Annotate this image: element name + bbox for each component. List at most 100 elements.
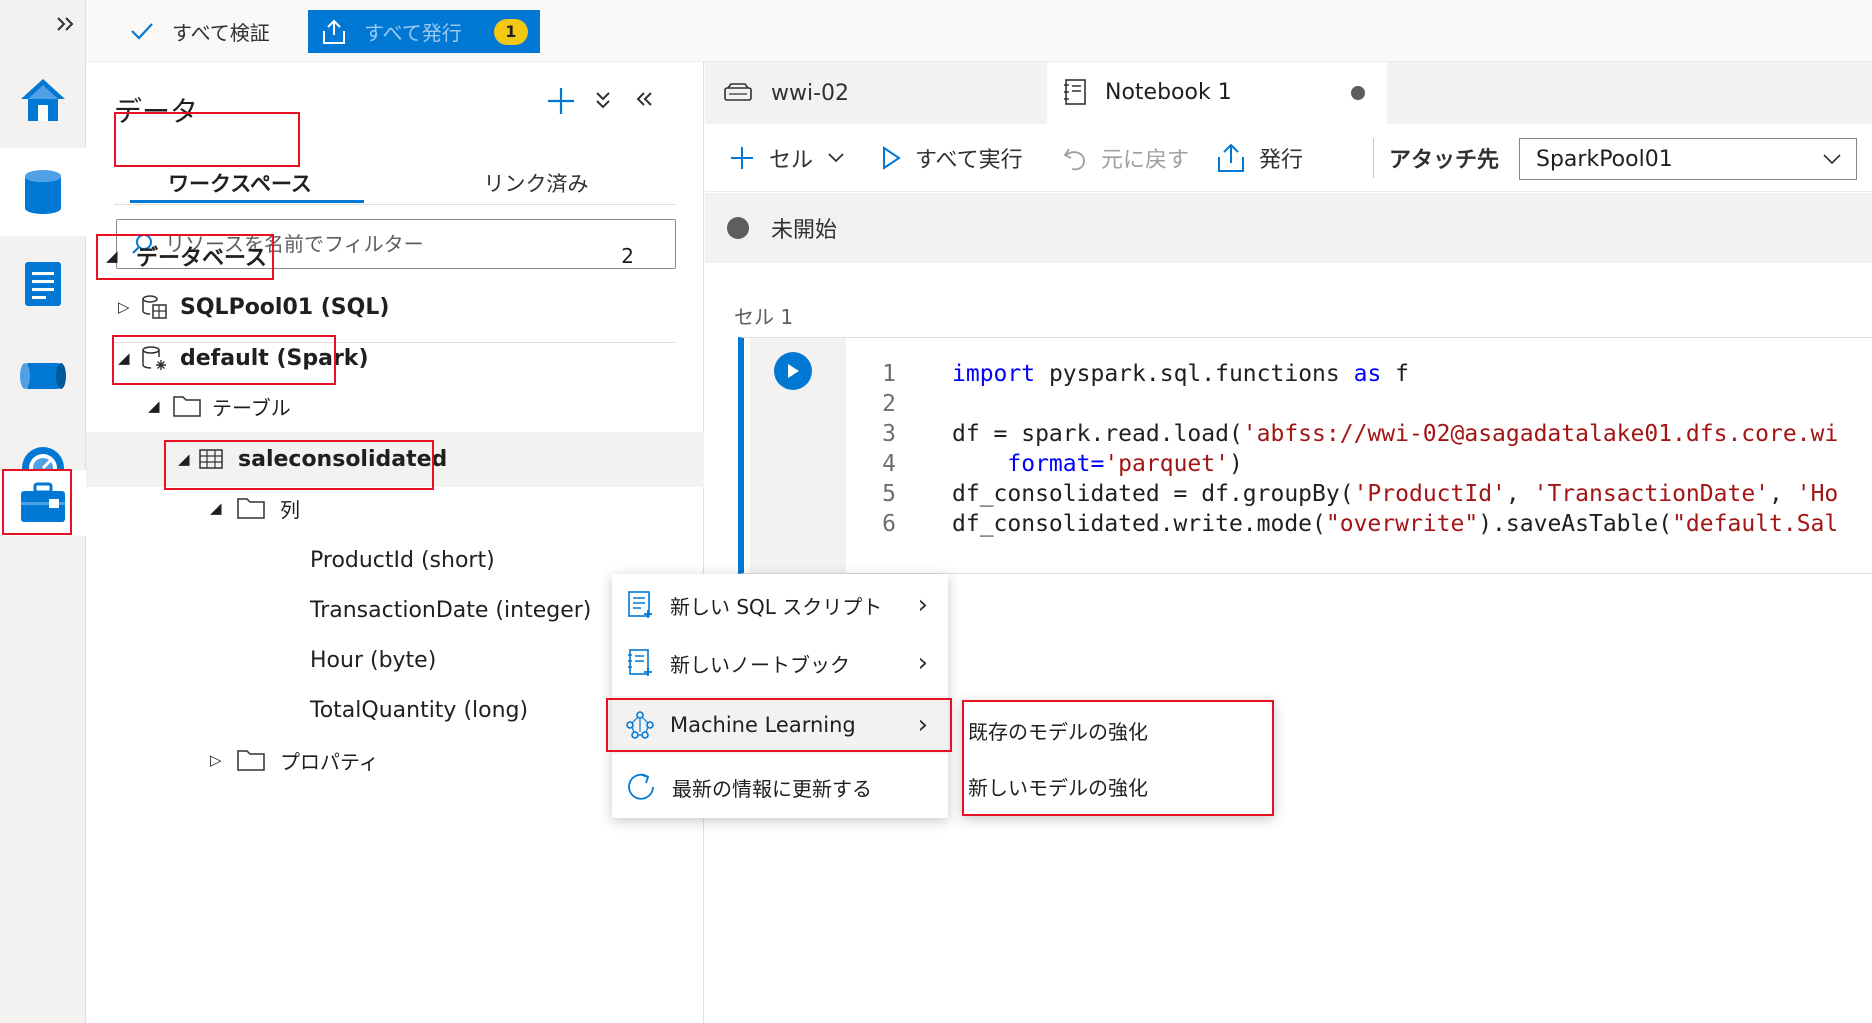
databases-count: 2 [621, 244, 634, 268]
undo-button[interactable]: 元に戻す [1063, 124, 1189, 192]
collapse-all-button[interactable] [594, 90, 612, 114]
publish-icon [1218, 143, 1244, 172]
activity-rail [0, 0, 86, 1023]
session-status-text: 未開始 [771, 218, 838, 243]
publish-button[interactable]: 発行 [1217, 124, 1303, 192]
line-number: 5 [882, 481, 896, 507]
sqlpool-label: SQLPool01 (SQL) [180, 294, 390, 320]
chevron-down-icon [828, 153, 844, 163]
publish-all-label: すべて発行 [364, 21, 462, 45]
active-tab-indicator [130, 200, 364, 203]
tables-folder-label: テーブル [212, 395, 291, 420]
rail-data-button[interactable] [0, 148, 86, 236]
code-text: import pyspark.sql.functions as f [910, 361, 1409, 387]
column-label: TransactionDate (integer) [310, 597, 592, 623]
publish-label: 発行 [1259, 148, 1304, 173]
add-cell-button[interactable]: セル [729, 124, 845, 192]
tab-wwi-02[interactable]: wwi-02 [705, 62, 1045, 124]
column-item[interactable]: TotalQuantity (long) [310, 688, 528, 732]
notebook-icon [628, 649, 652, 676]
add-resource-button[interactable] [546, 86, 576, 120]
tree-item-tables-folder[interactable]: ◢ テーブル [148, 384, 291, 428]
document-icon [25, 262, 61, 306]
menu-item-new-sql-script[interactable]: 新しい SQL スクリプト › [612, 576, 948, 634]
publish-all-button[interactable]: すべて発行 1 [308, 10, 540, 53]
undo-icon [1063, 148, 1085, 171]
attach-to-label: アタッチ先 [1389, 148, 1500, 173]
sql-script-icon [628, 591, 652, 618]
collapse-pane-button[interactable] [634, 90, 654, 112]
column-item[interactable]: ProductId (short) [310, 538, 495, 582]
menu-item-label: 最新の情報に更新する [672, 776, 872, 801]
code-cell[interactable]: 1 import pyspark.sql.functions as f 2 3 … [738, 337, 1872, 574]
rail-develop-button[interactable] [0, 240, 86, 328]
pending-count-badge: 1 [493, 18, 528, 45]
notebook-toolbar: セル すべて実行 元に戻す 発行 アタッチ先 SparkPool01 [705, 124, 1872, 192]
code-token: ).saveAsTable( [1478, 511, 1673, 537]
tab-label: wwi-02 [771, 80, 850, 106]
tree-item-sqlpool[interactable]: ▷ SQLPool01 (SQL) [118, 285, 389, 329]
plus-icon [731, 147, 753, 169]
column-item[interactable]: TransactionDate (integer) [310, 588, 591, 632]
spark-pool-select[interactable]: SparkPool01 [1519, 138, 1857, 180]
tree-item-columns-folder[interactable]: ◢ 列 [210, 486, 300, 530]
status-indicator-icon [727, 217, 749, 239]
databases-highlight-box [96, 234, 274, 280]
table-context-menu: 新しい SQL スクリプト › 新しいノートブック › Machine Lear… [606, 574, 952, 818]
toolbar-separator [1373, 138, 1374, 178]
checkmark-icon [131, 23, 153, 40]
columns-folder-label: 列 [280, 497, 300, 522]
cell-label: セル 1 [734, 305, 794, 329]
code-string: 'Ho [1796, 481, 1839, 507]
chevron-right-icon: › [917, 648, 928, 678]
refresh-icon [628, 773, 654, 800]
database-icon [25, 170, 61, 214]
data-explorer-pane: データ ワークスペース リンク済み ◢ データベース 2 ▷ SQLPool01… [86, 62, 704, 1023]
top-command-bar: すべて検証 すべて発行 1 [86, 0, 1872, 62]
tree-item-properties-folder[interactable]: ▷ プロパティ [210, 738, 379, 782]
expand-triangle-icon: ▷ [118, 298, 130, 316]
code-string: "default.Sal [1672, 511, 1839, 537]
default-db-highlight-box [112, 335, 336, 385]
chevron-right-icon: › [917, 590, 928, 620]
code-token: , [1505, 481, 1534, 507]
column-item[interactable]: Hour (byte) [310, 638, 436, 682]
menu-item-refresh[interactable]: 最新の情報に更新する [612, 758, 948, 816]
code-string: "overwrite" [1325, 511, 1479, 537]
home-icon [21, 79, 65, 121]
column-label: Hour (byte) [310, 647, 437, 673]
validate-all-button[interactable]: すべて検証 [130, 10, 270, 52]
sql-pool-icon [142, 295, 167, 319]
rail-home-button[interactable] [0, 56, 86, 144]
run-all-button[interactable]: すべて実行 [881, 124, 1023, 192]
tab-notebook-1[interactable]: Notebook 1 [1047, 62, 1387, 124]
machine-learning-highlight-box [606, 698, 952, 752]
menu-item-new-notebook[interactable]: 新しいノートブック › [612, 634, 948, 692]
unsaved-indicator [1351, 86, 1365, 100]
tab-linked[interactable]: リンク済み [436, 157, 636, 209]
chevron-down-icon [1823, 154, 1841, 165]
code-token: df_consolidated.write.mode( [952, 511, 1326, 537]
expand-rail-button[interactable] [0, 0, 86, 48]
column-label: ProductId (short) [310, 547, 495, 573]
code-token: df_consolidated = df.groupBy( [952, 481, 1354, 507]
run-cell-button[interactable] [774, 352, 812, 390]
submenu-highlight-box [962, 700, 1274, 816]
code-keyword: as [1353, 361, 1382, 387]
pipeline-icon [20, 363, 66, 389]
play-icon [788, 364, 799, 378]
tab-label: Notebook 1 [1105, 79, 1232, 105]
line-number: 3 [882, 421, 896, 447]
folder-icon [173, 396, 201, 417]
folder-icon [237, 498, 265, 519]
code-line: 1 import pyspark.sql.functions as f [844, 356, 1409, 392]
session-status-bar: 未開始 [705, 193, 1872, 263]
code-text: df_consolidated = df.groupBy('ProductId'… [910, 481, 1838, 507]
rail-integrate-button[interactable] [0, 332, 86, 420]
code-keyword: import [952, 361, 1036, 387]
notebook-icon [1064, 79, 1086, 105]
folder-icon [237, 750, 265, 771]
publish-icon [323, 19, 345, 44]
run-all-label: すべて実行 [915, 148, 1023, 173]
workspace-tab-highlight [114, 112, 300, 167]
